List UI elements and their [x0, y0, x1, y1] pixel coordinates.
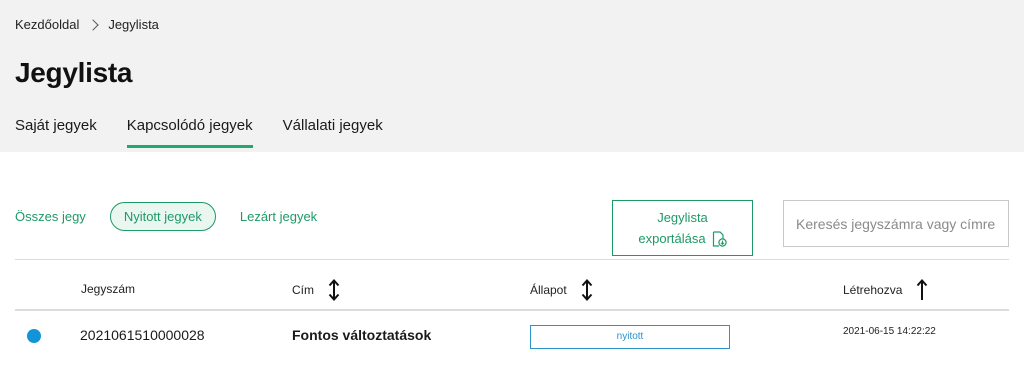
page-title: Jegylista [15, 57, 133, 88]
document-download-icon [712, 230, 727, 247]
sort-ascending-icon[interactable] [916, 279, 928, 301]
ticket-filters: Összes jegy Nyitott jegyek Lezárt jegyek [15, 201, 317, 231]
tab-related-tickets[interactable]: Kapcsolódó jegyek [126, 117, 253, 148]
breadcrumb-home-link[interactable]: Kezdőoldal [15, 17, 79, 32]
export-label-line2: exportálása [638, 231, 706, 246]
ticket-title[interactable]: Fontos változtatások [292, 327, 431, 343]
table-header: Jegyszám Cím Állapot Létrehozva [15, 259, 1009, 311]
column-header-status[interactable]: Állapot [530, 279, 593, 301]
ticket-table: Jegyszám Cím Állapot Létrehozva 20210615… [15, 259, 1009, 363]
ticket-number[interactable]: 2021061510000028 [80, 327, 205, 343]
sort-both-icon[interactable] [328, 279, 340, 301]
export-ticket-list-button[interactable]: Jegylista exportálása [612, 200, 753, 256]
page-header: Kezdőoldal Jegylista Jegylista Saját jeg… [0, 0, 1024, 152]
column-header-created[interactable]: Létrehozva [843, 279, 928, 301]
tab-bar: Saját jegyek Kapcsolódó jegyek Vállalati… [15, 117, 413, 148]
filter-all-tickets[interactable]: Összes jegy [15, 209, 86, 224]
export-label-line1: Jegylista [657, 210, 708, 225]
sort-both-icon[interactable] [581, 279, 593, 301]
filter-closed-tickets[interactable]: Lezárt jegyek [240, 209, 317, 224]
tab-own-tickets[interactable]: Saját jegyek [15, 117, 97, 146]
table-row[interactable]: 2021061510000028 Fontos változtatások ny… [15, 311, 1009, 363]
chevron-right-icon [87, 18, 101, 32]
breadcrumb: Kezdőoldal Jegylista [15, 17, 159, 32]
column-header-title[interactable]: Cím [292, 279, 340, 301]
filter-open-tickets[interactable]: Nyitott jegyek [109, 201, 216, 231]
status-indicator-dot [27, 329, 41, 343]
column-header-number: Jegyszám [81, 282, 135, 296]
column-number-label: Jegyszám [81, 282, 136, 296]
column-status-label: Állapot [530, 283, 567, 297]
tab-company-tickets[interactable]: Vállalati jegyek [283, 117, 383, 146]
ticket-created-date: 2021-06-15 14:22:22 [843, 326, 936, 337]
ticket-search-input[interactable] [783, 200, 1009, 247]
breadcrumb-current: Jegylista [108, 17, 159, 32]
column-created-label: Létrehozva [843, 283, 903, 297]
column-title-label: Cím [292, 283, 314, 297]
status-badge: nyitott [530, 325, 730, 349]
